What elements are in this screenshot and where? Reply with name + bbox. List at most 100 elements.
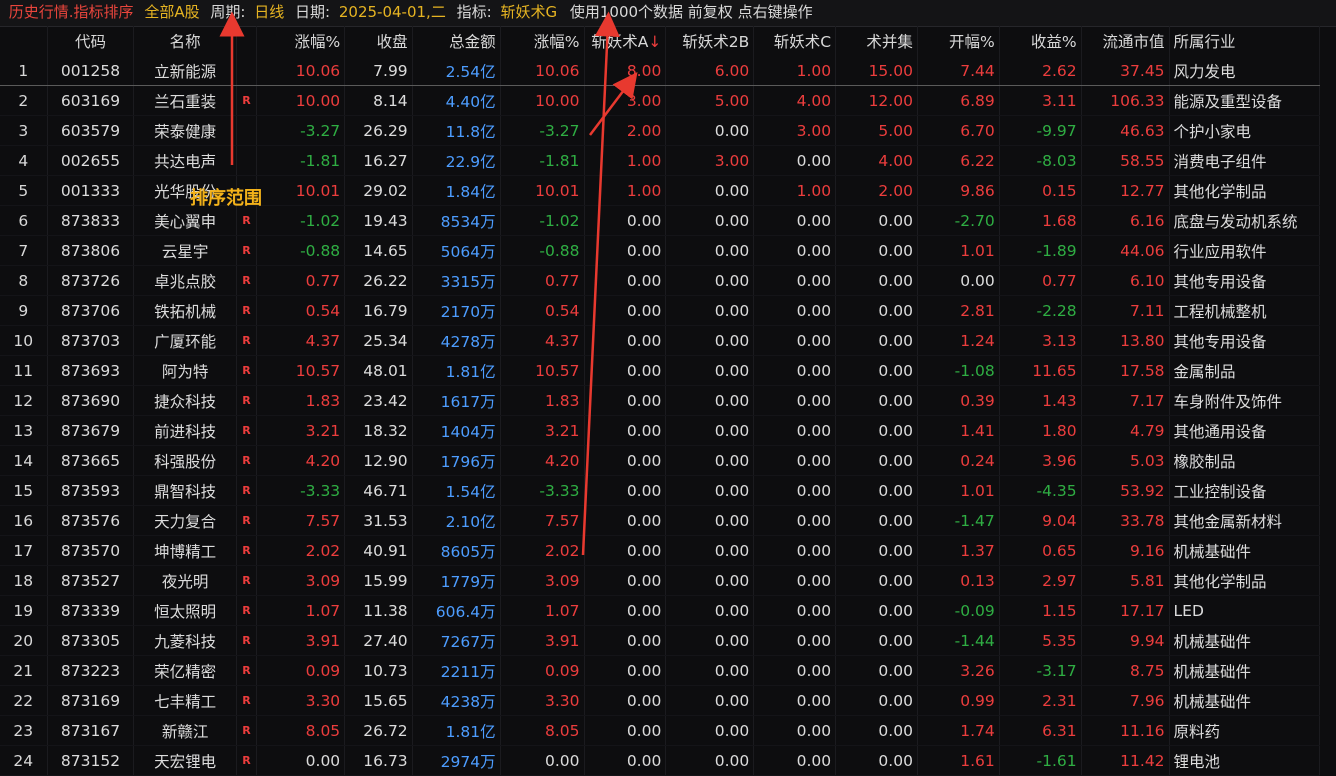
margin-badge: R [236, 385, 258, 416]
table-row[interactable]: 1 001258 立新能源 10.06 7.99 2.54亿 10.06 8.00 6.00 1.… [0, 56, 1321, 86]
header-code[interactable]: 代码 [47, 26, 135, 56]
row-index: 1 [0, 56, 48, 86]
stock-name: 美心翼申 [133, 205, 237, 236]
open-pct: 1.37 [917, 535, 1000, 566]
table-row[interactable]: 7 873806 云星宇 R -0.88 14.65 5064万 -0.88 0.00 0.00 0… [0, 235, 1321, 266]
header-change[interactable]: 涨幅% [256, 26, 346, 56]
stock-code: 873726 [47, 265, 135, 296]
industry: 原料药 [1169, 715, 1321, 746]
header-amount[interactable]: 总金额 [412, 26, 501, 56]
close-price: 31.53 [344, 505, 413, 536]
close-price: 27.40 [344, 625, 413, 656]
table-row[interactable]: 21 873223 荣亿精密 R 0.09 10.73 2211万 0.09 0.00 0.00 0… [0, 655, 1321, 686]
return-pct: 0.15 [999, 175, 1082, 206]
total-amount: 1.54亿 [412, 475, 501, 506]
header-open-pct[interactable]: 开幅% [917, 26, 1000, 56]
stock-code: 873706 [47, 295, 135, 326]
stock-name: 坤博精工 [133, 535, 237, 566]
indicator-union: 0.00 [835, 325, 918, 356]
header-indicator-c[interactable]: 斩妖术C [753, 26, 837, 56]
table-row[interactable]: 18 873527 夜光明 R 3.09 15.99 1779万 3.09 0.00 0.00 0.… [0, 565, 1321, 596]
table-row[interactable]: 24 873152 天宏锂电 R 0.00 16.73 2974万 0.00 0.00 0.00 0… [0, 745, 1321, 776]
header-union[interactable]: 术并集 [835, 26, 918, 56]
row-index: 24 [0, 745, 48, 776]
header-float-cap[interactable]: 流通市值 [1081, 26, 1170, 56]
indicator-union: 0.00 [835, 535, 918, 566]
indicator-c: 0.00 [753, 325, 837, 356]
indicator-union: 0.00 [835, 685, 918, 716]
row-index: 9 [0, 295, 48, 326]
table-row[interactable]: 4 002655 共达电声 -1.81 16.27 22.9亿 -1.81 1.00 3.00 0… [0, 145, 1321, 176]
stock-code: 873703 [47, 325, 135, 356]
close-price: 12.90 [344, 445, 413, 476]
industry: 锂电池 [1169, 745, 1321, 776]
table-row[interactable]: 23 873167 新赣江 R 8.05 26.72 1.81亿 8.05 0.00 0.00 0.… [0, 715, 1321, 746]
table-row[interactable]: 22 873169 七丰精工 R 3.30 15.65 4238万 3.30 0.00 0.00 0… [0, 685, 1321, 716]
float-cap: 44.06 [1081, 235, 1170, 266]
return-pct: -1.89 [999, 235, 1082, 266]
header-indicator-2b[interactable]: 斩妖术2B [665, 26, 755, 56]
open-pct: 1.41 [917, 415, 1000, 446]
total-amount: 5064万 [412, 235, 501, 266]
table-row[interactable]: 3 603579 荣泰健康 -3.27 26.29 11.8亿 -3.27 2.00 0.00 3… [0, 115, 1321, 146]
open-pct: 1.24 [917, 325, 1000, 356]
table-row[interactable]: 16 873576 天力复合 R 7.57 31.53 2.10亿 7.57 0.00 0.00 0… [0, 505, 1321, 536]
change-pct-2: 10.01 [500, 175, 585, 206]
margin-badge: R [236, 415, 258, 446]
header-flag[interactable] [236, 26, 258, 56]
open-pct: 1.01 [917, 235, 1000, 266]
indicator-2b: 0.00 [665, 475, 755, 506]
table-row[interactable]: 12 873690 捷众科技 R 1.83 23.42 1617万 1.83 0.00 0.00 0… [0, 385, 1321, 416]
table-row[interactable]: 14 873665 科强股份 R 4.20 12.90 1796万 4.20 0.00 0.00 0… [0, 445, 1321, 476]
row-index: 14 [0, 445, 48, 476]
stock-name: 天宏锂电 [133, 745, 237, 776]
sort-desc-icon: ↓ [648, 33, 662, 51]
indicator-2b: 0.00 [665, 355, 755, 386]
float-cap: 106.33 [1081, 85, 1170, 116]
table-row[interactable]: 15 873593 鼎智科技 R -3.33 46.71 1.54亿 -3.33 0.00 0.0… [0, 475, 1321, 506]
table-row[interactable]: 13 873679 前进科技 R 3.21 18.32 1404万 3.21 0.00 0.00 0… [0, 415, 1321, 446]
industry: 行业应用软件 [1169, 235, 1321, 266]
stock-code: 873167 [47, 715, 135, 746]
indicator-value[interactable]: 斩妖术G [500, 0, 557, 24]
indicator-union: 0.00 [835, 475, 918, 506]
indicator-c: 1.00 [753, 175, 837, 206]
header-close[interactable]: 收盘 [344, 26, 413, 56]
stock-code: 873576 [47, 505, 135, 536]
stock-code: 001258 [47, 56, 135, 86]
period-value[interactable]: 日线 [254, 0, 284, 24]
change-pct: 4.37 [256, 325, 346, 356]
table-row[interactable]: 17 873570 坤博精工 R 2.02 40.91 8605万 2.02 0.00 0.00 0… [0, 535, 1321, 566]
total-amount: 7267万 [412, 625, 501, 656]
indicator-union: 0.00 [835, 445, 918, 476]
header-index[interactable] [0, 26, 48, 56]
table-row[interactable]: 9 873706 铁拓机械 R 0.54 16.79 2170万 0.54 0.00 0.00 0.… [0, 295, 1321, 326]
table-row[interactable]: 20 873305 九菱科技 R 3.91 27.40 7267万 3.91 0.00 0.00 0… [0, 625, 1321, 656]
stock-name: 兰石重装 [133, 85, 237, 116]
table-row[interactable]: 8 873726 卓兆点胶 R 0.77 26.22 3315万 0.77 0.00 0.00 0.… [0, 265, 1321, 296]
close-price: 26.22 [344, 265, 413, 296]
indicator-2b: 0.00 [665, 595, 755, 626]
industry: 其他化学制品 [1169, 565, 1321, 596]
table-row[interactable]: 2 603169 兰石重装 R 10.00 8.14 4.40亿 10.00 3.00 5.00 4… [0, 85, 1321, 116]
open-pct: -1.44 [917, 625, 1000, 656]
total-amount: 1617万 [412, 385, 501, 416]
indicator-a: 0.00 [584, 535, 667, 566]
indicator-2b: 0.00 [665, 265, 755, 296]
table-row[interactable]: 6 873833 美心翼申 R -1.02 19.43 8534万 -1.02 0.00 0.00… [0, 205, 1321, 236]
table-row[interactable]: 11 873693 阿为特 R 10.57 48.01 1.81亿 10.57 0.00 0.00… [0, 355, 1321, 386]
date-value[interactable]: 2025-04-01,二 [339, 0, 446, 24]
row-index: 2 [0, 85, 48, 116]
indicator-2b: 0.00 [665, 715, 755, 746]
header-name[interactable]: 名称 [133, 26, 237, 56]
header-return[interactable]: 收益% [999, 26, 1082, 56]
table-row[interactable]: 19 873339 恒太照明 R 1.07 11.38 606.4万 1.07 0.00 0.00… [0, 595, 1321, 626]
header-indicator-a[interactable]: 斩妖术A↓ [584, 26, 667, 56]
indicator-2b: 0.00 [665, 535, 755, 566]
header-industry[interactable]: 所属行业 [1169, 26, 1321, 56]
header-change-2[interactable]: 涨幅% [500, 26, 585, 56]
table-row[interactable]: 10 873703 广厦环能 R 4.37 25.34 4278万 4.37 0.00 0.00 0… [0, 325, 1321, 356]
scope-selector[interactable]: 全部A股 [144, 0, 199, 24]
close-price: 19.43 [344, 205, 413, 236]
indicator-c: 0.00 [753, 535, 837, 566]
